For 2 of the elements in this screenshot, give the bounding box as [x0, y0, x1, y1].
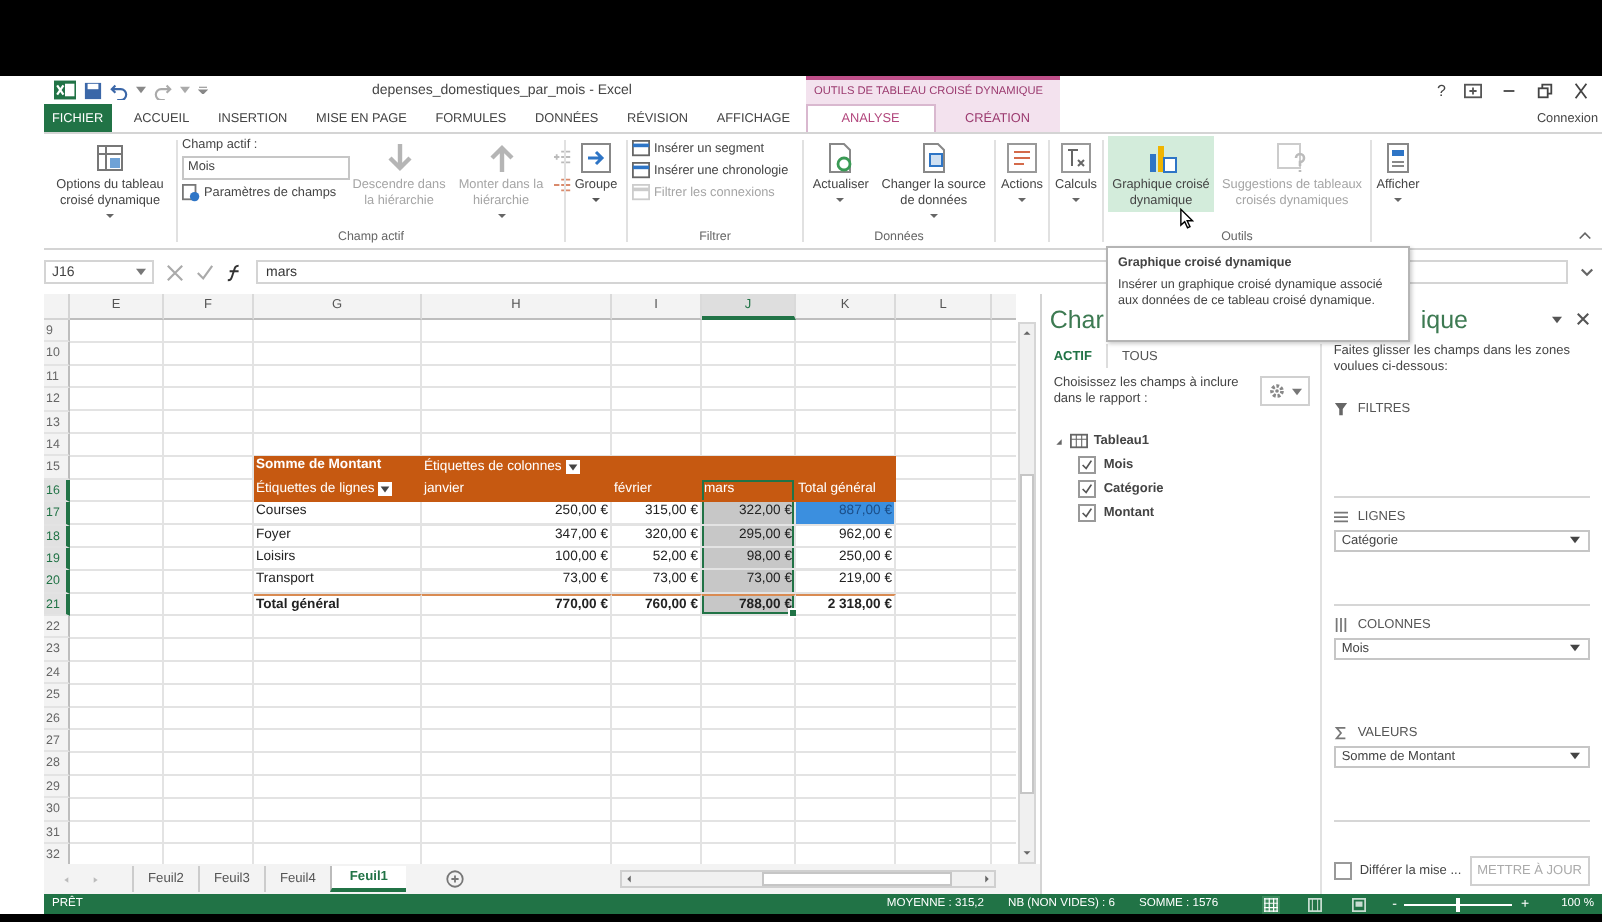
- pane-title: Char: [1049, 305, 1104, 333]
- pane-title: ique: [1420, 305, 1468, 333]
